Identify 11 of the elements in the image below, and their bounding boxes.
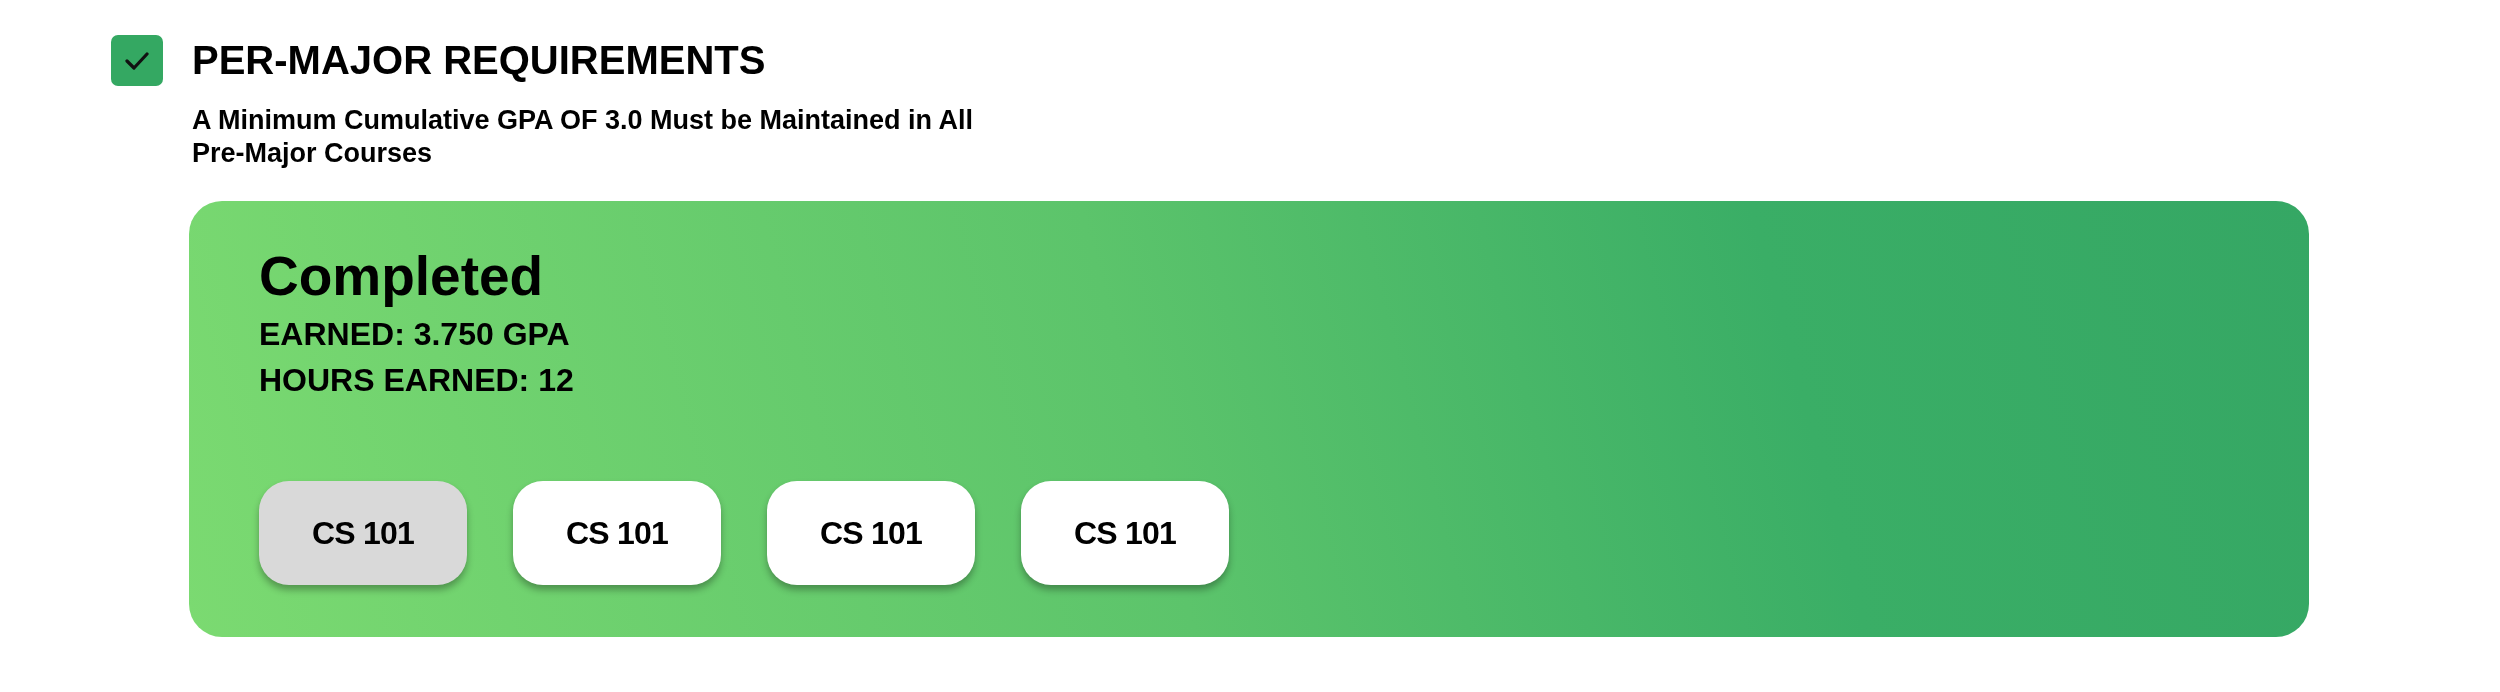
section-title: PER-MAJOR REQUIREMENTS: [192, 37, 766, 84]
course-button[interactable]: CS 101: [513, 481, 721, 585]
check-icon: [125, 51, 149, 70]
course-button[interactable]: CS 101: [1021, 481, 1229, 585]
checkbox[interactable]: [111, 35, 163, 86]
gpa-earned-text: EARNED: 3.750 GPA: [259, 315, 570, 354]
course-button[interactable]: CS 101: [767, 481, 975, 585]
requirement-description: A Minimum Cumulative GPA OF 3.0 Must be Maintained in All Pre-Major Courses: [192, 104, 975, 170]
status-title: Completed: [259, 246, 544, 306]
hours-earned-text: HOURS EARNED: 12: [259, 361, 574, 400]
course-button[interactable]: CS 101: [259, 481, 467, 585]
